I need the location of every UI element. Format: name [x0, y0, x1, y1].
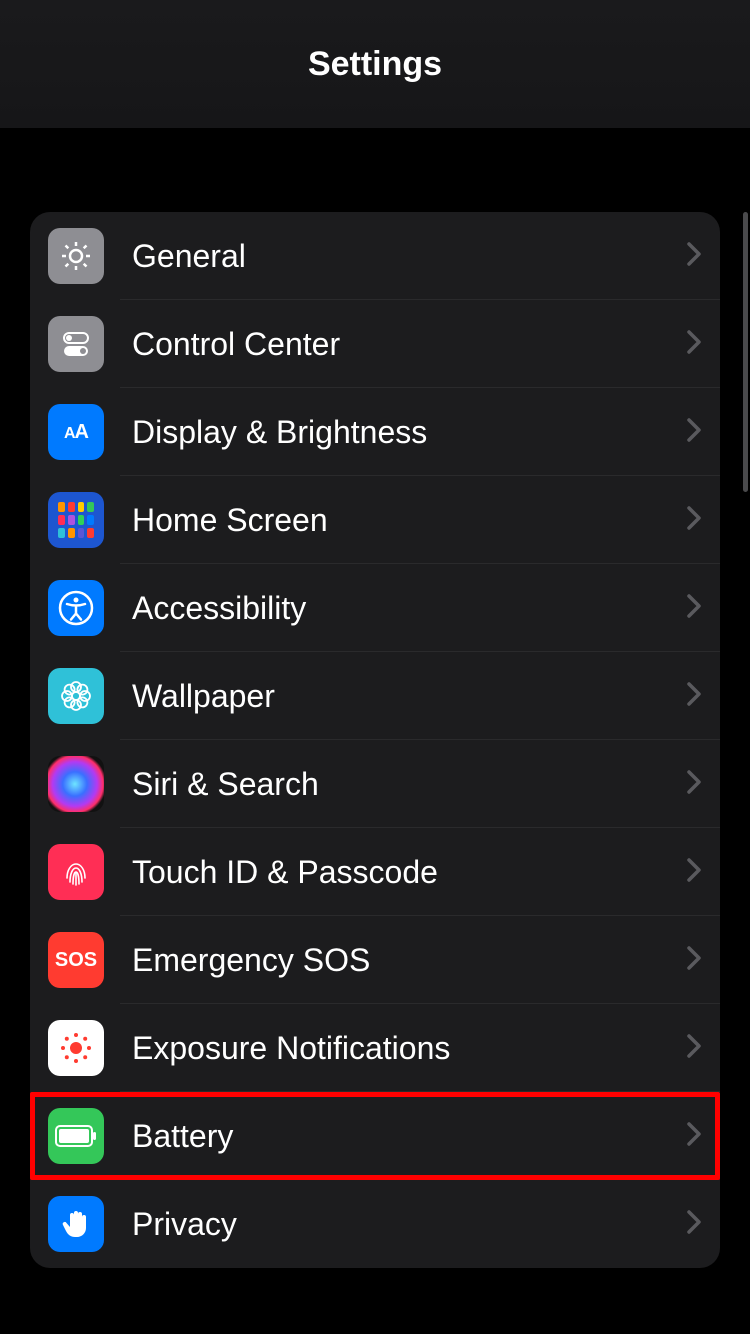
row-label: Home Screen	[132, 502, 686, 539]
section-spacer	[30, 128, 720, 212]
row-label: General	[132, 238, 686, 275]
accessibility-icon	[48, 580, 104, 636]
chevron-right-icon	[686, 769, 702, 800]
chevron-right-icon	[686, 1209, 702, 1240]
row-label: Siri & Search	[132, 766, 686, 803]
chevron-right-icon	[686, 857, 702, 888]
row-label: Touch ID & Passcode	[132, 854, 686, 891]
battery-icon	[48, 1108, 104, 1164]
settings-row-siri-search[interactable]: Siri & Search	[30, 740, 720, 828]
settings-row-privacy[interactable]: Privacy	[30, 1180, 720, 1268]
chevron-right-icon	[686, 505, 702, 536]
row-label: Battery	[132, 1118, 686, 1155]
settings-row-general[interactable]: General	[30, 212, 720, 300]
settings-row-emergency-sos[interactable]: SOS Emergency SOS	[30, 916, 720, 1004]
chevron-right-icon	[686, 681, 702, 712]
row-label: Emergency SOS	[132, 942, 686, 979]
chevron-right-icon	[686, 593, 702, 624]
settings-row-accessibility[interactable]: Accessibility	[30, 564, 720, 652]
sos-icon: SOS	[48, 932, 104, 988]
chevron-right-icon	[686, 1121, 702, 1152]
row-label: Display & Brightness	[132, 414, 686, 451]
header: Settings	[0, 0, 750, 128]
settings-row-control-center[interactable]: Control Center	[30, 300, 720, 388]
toggles-icon	[48, 316, 104, 372]
row-label: Control Center	[132, 326, 686, 363]
fingerprint-icon	[48, 844, 104, 900]
settings-row-battery[interactable]: Battery	[30, 1092, 720, 1180]
row-label: Wallpaper	[132, 678, 686, 715]
chevron-right-icon	[686, 241, 702, 272]
exposure-icon	[48, 1020, 104, 1076]
flower-icon	[48, 668, 104, 724]
settings-section: General Control Center AA Display & Brightn…	[30, 212, 720, 1268]
text-size-icon: AA	[48, 404, 104, 460]
settings-row-home-screen[interactable]: Home Screen	[30, 476, 720, 564]
chevron-right-icon	[686, 417, 702, 448]
settings-row-display-brightness[interactable]: AA Display & Brightness	[30, 388, 720, 476]
chevron-right-icon	[686, 1033, 702, 1064]
chevron-right-icon	[686, 329, 702, 360]
settings-row-wallpaper[interactable]: Wallpaper	[30, 652, 720, 740]
chevron-right-icon	[686, 945, 702, 976]
gear-icon	[48, 228, 104, 284]
settings-row-exposure-notifications[interactable]: Exposure Notifications	[30, 1004, 720, 1092]
scroll-indicator[interactable]	[743, 212, 748, 492]
siri-icon	[48, 756, 104, 812]
page-title: Settings	[308, 45, 442, 84]
app-grid-icon	[48, 492, 104, 548]
row-label: Exposure Notifications	[132, 1030, 686, 1067]
settings-row-touchid-passcode[interactable]: Touch ID & Passcode	[30, 828, 720, 916]
row-label: Accessibility	[132, 590, 686, 627]
row-label: Privacy	[132, 1206, 686, 1243]
content: General Control Center AA Display & Brightn…	[0, 128, 750, 1268]
hand-icon	[48, 1196, 104, 1252]
